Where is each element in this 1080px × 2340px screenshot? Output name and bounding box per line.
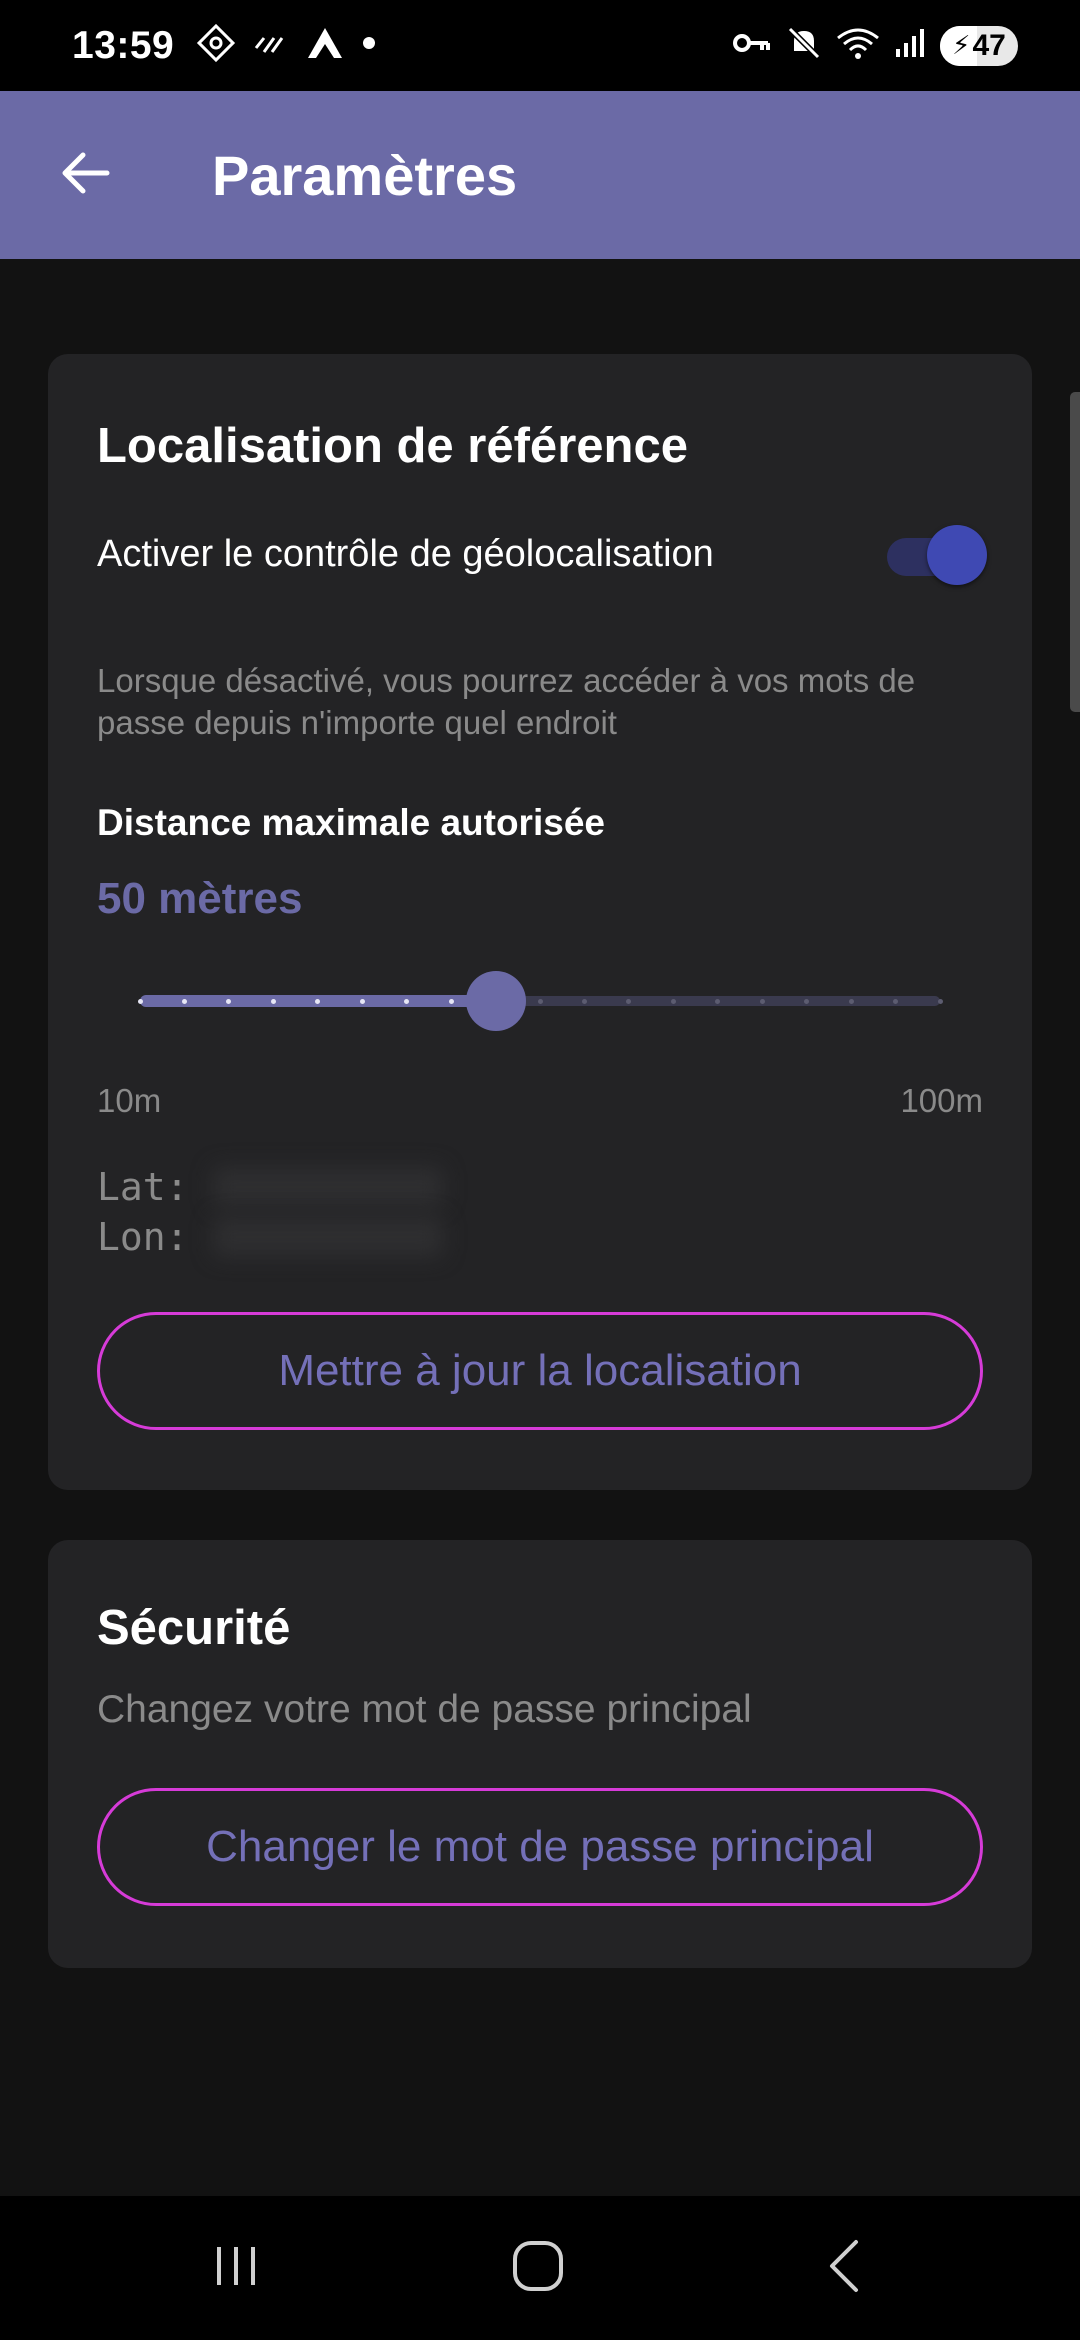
latitude-label: Lat:: [97, 1165, 189, 1209]
status-left-icons: [196, 23, 376, 68]
slider-min-label: 10m: [97, 1082, 162, 1119]
wifi-icon: [836, 26, 880, 65]
coordinates: Lat: Lon:: [97, 1162, 443, 1262]
slider-tick: [181, 999, 187, 1004]
slider-tick: [448, 999, 454, 1004]
geolocation-toggle-row: Activer le contrôle de géolocalisation: [97, 524, 987, 585]
geolocation-toggle-label: Activer le contrôle de géolocalisation: [97, 532, 714, 575]
recent-apps-icon: [211, 2241, 261, 2296]
nordvpn-icon: [304, 24, 346, 67]
geolocation-toggle[interactable]: [883, 524, 987, 585]
distance-slider[interactable]: [137, 970, 943, 1031]
navigation-bar: [0, 2196, 1080, 2340]
home-icon: [511, 2239, 565, 2298]
app-bar: Paramètres: [0, 91, 1080, 259]
toggle-thumb: [927, 525, 987, 585]
dnd-lines-icon: [252, 28, 288, 63]
status-bar: 13:59 ⚡ 47: [0, 0, 1080, 91]
geolocation-hint: Lorsque désactivé, vous pourrez accéder …: [97, 662, 916, 741]
location-card: Localisation de référence Activer le con…: [48, 354, 1032, 1490]
security-card-title: Sécurité: [97, 1601, 291, 1655]
slider-tick: [537, 999, 543, 1004]
latitude-row: Lat:: [97, 1162, 443, 1212]
slider-tick: [670, 999, 676, 1004]
location-card-title: Localisation de référence: [97, 419, 688, 473]
slider-tick: [359, 999, 365, 1004]
home-button[interactable]: [468, 2196, 608, 2340]
longitude-value-redacted: [213, 1217, 443, 1257]
change-master-password-button[interactable]: Changer le mot de passe principal: [97, 1788, 983, 1906]
longitude-label: Lon:: [97, 1215, 189, 1259]
slider-tick: [581, 999, 587, 1004]
slider-tick: [937, 999, 943, 1004]
slider-thumb[interactable]: [465, 971, 526, 1031]
scrollbar[interactable]: [1070, 392, 1080, 712]
page-title: Paramètres: [212, 143, 518, 207]
slider-tick: [270, 999, 276, 1004]
vpn-key-icon: [732, 28, 772, 63]
update-location-button[interactable]: Mettre à jour la localisation: [97, 1312, 983, 1430]
notification-dot-icon: [362, 36, 376, 55]
back-icon: [824, 2238, 864, 2299]
status-time: 13:59: [72, 23, 175, 67]
system-back-button[interactable]: [774, 2196, 914, 2340]
distance-value: 50 mètres: [97, 874, 303, 923]
slider-tick: [137, 999, 143, 1004]
tiktok-icon: [196, 23, 236, 68]
slider-tick: [759, 999, 765, 1004]
arrow-left-icon: [59, 151, 111, 200]
signal-icon: [894, 27, 926, 64]
back-button[interactable]: [40, 130, 130, 220]
battery-icon: ⚡ 47: [940, 25, 1018, 66]
latitude-value-redacted: [213, 1167, 443, 1207]
security-card: Sécurité Changez votre mot de passe prin…: [48, 1540, 1032, 1968]
status-right-icons: ⚡ 47: [732, 25, 1018, 66]
slider-max-label: 100m: [900, 1082, 983, 1119]
recent-apps-button[interactable]: [166, 2196, 306, 2340]
mute-icon: [786, 25, 822, 66]
slider-tick: [848, 999, 854, 1004]
distance-heading: Distance maximale autorisée: [97, 802, 605, 843]
battery-percent: 47: [972, 28, 1006, 62]
security-description: Changez votre mot de passe principal: [97, 1688, 752, 1731]
longitude-row: Lon:: [97, 1212, 443, 1262]
